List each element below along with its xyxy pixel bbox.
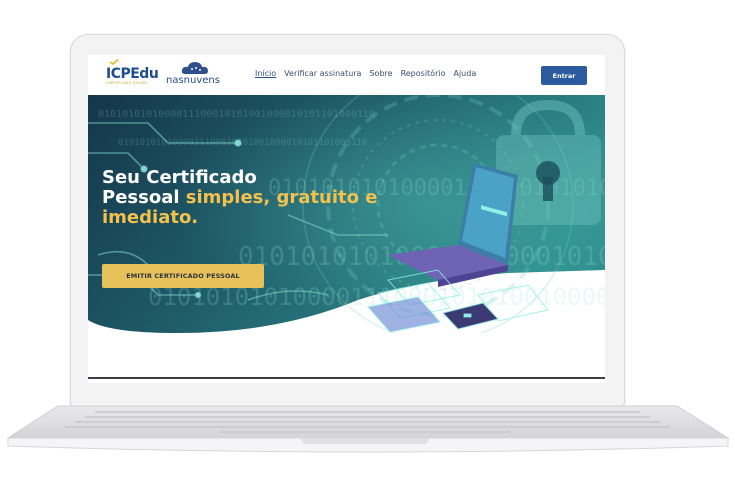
icpedu-logo[interactable]: ICPEdu CERTIFICADO DIGITAL — [106, 59, 159, 85]
check-mark-icon — [109, 59, 119, 65]
nasnuvens-logo[interactable]: nasnuvens — [166, 61, 224, 89]
nav-inicio[interactable]: Início — [255, 69, 276, 78]
hero-banner: 0101010101000011100010101001000010101101… — [88, 95, 605, 333]
nav-repositorio[interactable]: Repositório — [401, 69, 446, 78]
title-line2: Pessoal — [102, 187, 186, 208]
browser-screen: ICPEdu CERTIFICADO DIGITAL nasnuvens Iní… — [88, 55, 605, 383]
login-button[interactable]: Entrar — [541, 66, 587, 85]
binary-row: 0101010101000011100010101001000010101101… — [98, 109, 375, 120]
logo-icp-text: ICPEdu — [106, 66, 159, 82]
nav-ajuda[interactable]: Ajuda — [453, 69, 476, 78]
nav-verificar-assinatura[interactable]: Verificar assinatura — [284, 69, 361, 78]
binary-row: 0101010101000011100010101001000010101101… — [118, 138, 367, 148]
hero-title: Seu Certificado Pessoal simples, gratuit… — [102, 168, 392, 228]
emitir-certificado-button[interactable]: EMITIR CERTIFICADO PESSOAL — [102, 264, 264, 288]
cloud-logo-icon — [181, 62, 208, 74]
title-highlight: simples, gratuito e — [185, 187, 378, 208]
logo-nasnuvens-text: nasnuvens — [166, 75, 220, 86]
site-header: ICPEdu CERTIFICADO DIGITAL nasnuvens Iní… — [88, 55, 605, 96]
main-nav: Início Verificar assinatura Sobre Reposi… — [255, 69, 476, 78]
title-line3: imediato. — [102, 207, 199, 228]
nav-sobre[interactable]: Sobre — [369, 69, 392, 78]
section-divider — [88, 377, 605, 379]
title-line1: Seu Certificado — [102, 167, 257, 188]
laptop-base — [6, 405, 730, 453]
